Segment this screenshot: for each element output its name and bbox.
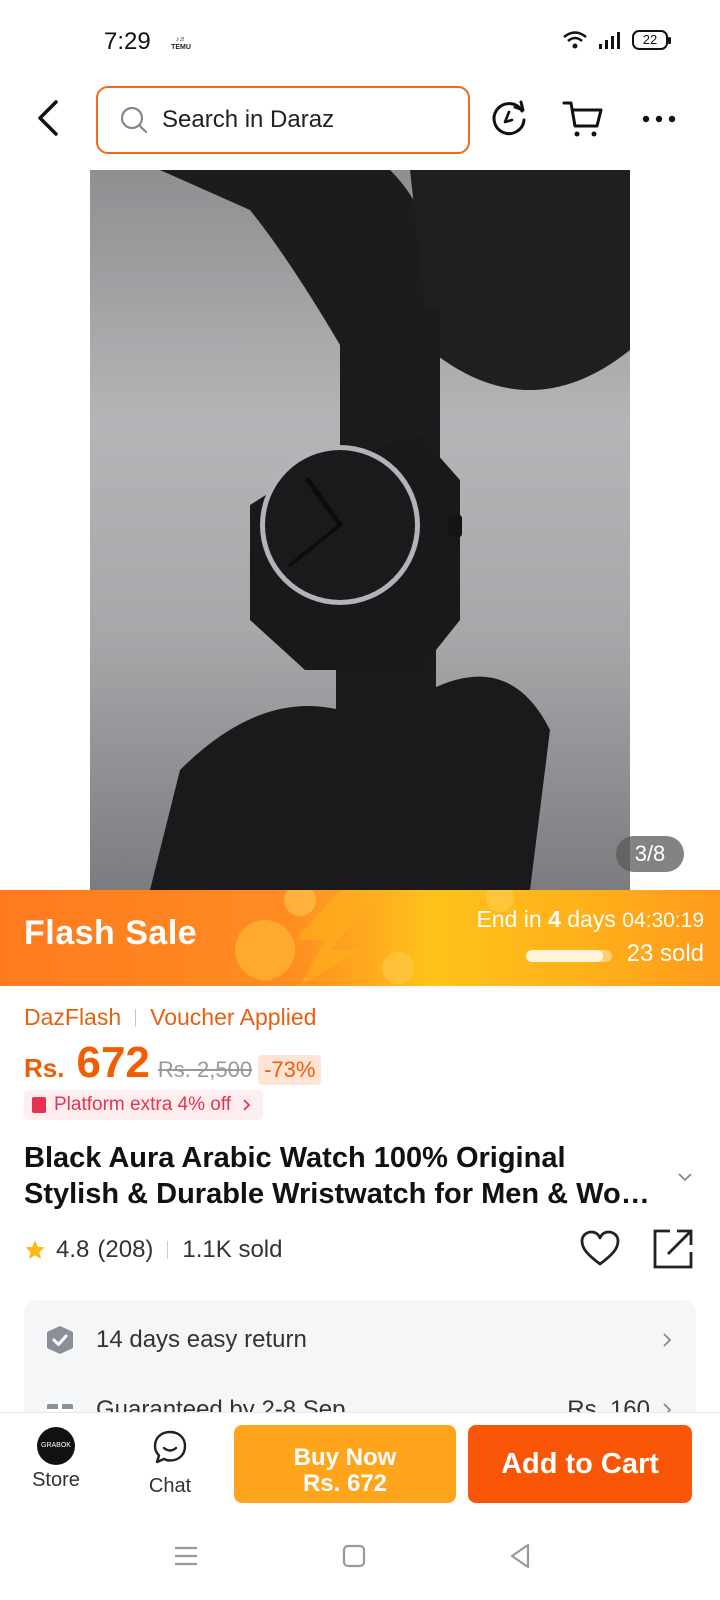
rating-value: 4.8 [56,1236,90,1263]
flash-sale-title: Flash Sale [24,914,198,952]
price-currency: Rs. [24,1053,65,1083]
bottom-action-bar: GRABOK Store Chat Buy Now Rs. 672 Add to… [0,1412,720,1512]
flash-sold-progress [526,950,612,962]
image-counter: 3/8 [616,836,684,872]
chat-icon [153,1430,187,1464]
discount-badge: -73% [258,1055,322,1085]
coupon-icon [32,1097,46,1113]
status-icons: 22 [562,30,671,50]
header [0,84,720,164]
search-icon [120,106,148,134]
wifi-icon [563,31,587,49]
store-label: Store [32,1469,80,1491]
chevron-right-icon [243,1099,251,1111]
shield-check-icon [47,1326,73,1354]
platform-offer-label: Platform extra 4% off [54,1094,232,1115]
current-price: 672 [76,1038,150,1087]
status-time: 7:29 [104,28,151,55]
heart-icon[interactable] [580,1230,620,1268]
search-bar[interactable] [96,86,470,154]
back-nav-icon[interactable] [506,1542,534,1570]
chat-button[interactable]: Chat [130,1427,210,1498]
product-gallery[interactable]: 3/8 [0,170,720,890]
review-count: (208) [97,1236,154,1263]
return-policy-row[interactable]: 14 days easy return [24,1310,696,1370]
flash-sale-countdown: End in 4 days 04:30:19 [476,906,704,932]
dazflash-tag: DazFlash [24,1004,122,1030]
system-nav-bar [0,1512,720,1600]
sold-count: 1.1K sold [182,1236,283,1263]
platform-offer-tag[interactable]: Platform extra 4% off [24,1090,264,1120]
battery-icon: 22 [632,30,671,50]
share-icon[interactable] [652,1228,694,1270]
chat-label: Chat [148,1475,192,1497]
promo-tags: DazFlash Voucher Applied [24,1004,316,1031]
home-nav-icon[interactable] [340,1542,368,1570]
add-to-cart-button[interactable]: Add to Cart [468,1425,692,1503]
signal-icon [599,32,620,49]
buy-now-button[interactable]: Buy Now Rs. 672 [234,1425,456,1503]
store-logo: GRABOK [37,1427,75,1465]
temu-notification-icon: ♪♬ TEMU [171,36,191,51]
price-row: Rs. 672 Rs. 2,500 -73% [24,1038,322,1088]
return-policy-label: 14 days easy return [96,1326,307,1353]
product-title[interactable]: Black Aura Arabic Watch 100% Original St… [24,1140,664,1212]
chevron-down-icon[interactable] [676,1168,694,1186]
cart-icon[interactable] [562,98,604,140]
flash-sale-banner[interactable]: Flash Sale End in 4 days 04:30:19 23 sol… [0,890,720,986]
menu-nav-icon[interactable] [172,1542,200,1570]
rating-row[interactable]: 4.8 (208) 1.1K sold [24,1236,282,1264]
flash-sold-count: 23 sold [626,940,704,967]
services-card[interactable]: 14 days easy return Guaranteed by 2-8 Se… [24,1300,696,1420]
chevron-right-icon [663,1333,672,1347]
more-icon[interactable] [638,98,680,140]
voucher-tag: Voucher Applied [150,1004,317,1030]
status-bar: 7:29 ♪♬ TEMU 22 [0,0,720,84]
product-image[interactable] [90,170,630,890]
star-icon [25,1240,45,1259]
original-price: Rs. 2,500 [157,1057,253,1082]
store-button[interactable]: GRABOK Store [16,1427,96,1492]
history-icon[interactable] [488,98,530,140]
search-input[interactable] [162,106,442,134]
watch-photo-illustration [150,170,630,890]
back-arrow-icon[interactable] [30,96,66,140]
